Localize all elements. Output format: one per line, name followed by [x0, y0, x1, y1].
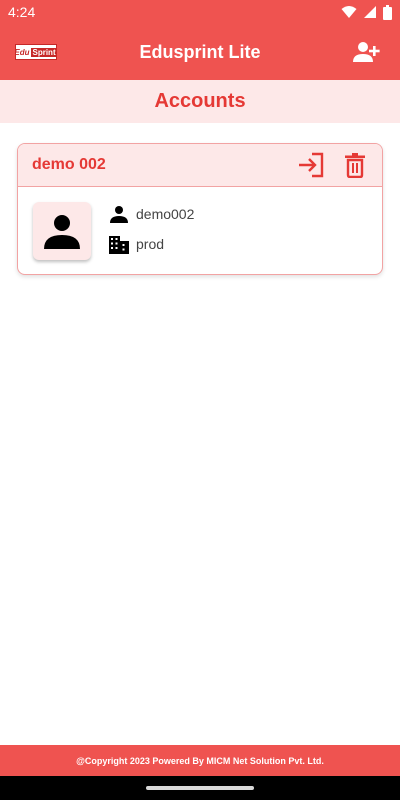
app-bar: Edu Sprint Edusprint Lite	[0, 24, 400, 80]
copyright-text: @Copyright 2023 Powered By MICM Net Solu…	[76, 755, 324, 766]
account-card-header: demo 002	[18, 144, 382, 187]
account-actions	[296, 150, 370, 180]
system-nav-bar	[0, 776, 400, 800]
app-title: Edusprint Lite	[139, 42, 261, 62]
login-icon	[299, 152, 324, 178]
section-header: Accounts	[0, 80, 400, 123]
building-icon	[108, 233, 130, 255]
login-button[interactable]	[296, 150, 326, 180]
wifi-icon	[341, 6, 357, 18]
add-user-icon[interactable]	[352, 40, 380, 64]
home-gesture-handle[interactable]	[146, 786, 254, 790]
footer: @Copyright 2023 Powered By MICM Net Solu…	[0, 745, 400, 776]
status-icons	[341, 4, 392, 20]
page-title: Accounts	[154, 90, 246, 112]
battery-icon	[383, 4, 392, 20]
username-row: demo002	[108, 203, 194, 225]
organization-row: prod	[108, 233, 164, 255]
account-organization: prod	[136, 236, 165, 252]
status-time: 4:24	[8, 4, 36, 20]
account-card-body: demo002 prod	[18, 187, 382, 274]
avatar	[33, 202, 91, 260]
status-bar: 4:24	[0, 0, 400, 24]
delete-button[interactable]	[340, 150, 370, 180]
account-name: demo 002	[32, 156, 106, 173]
delete-icon	[345, 153, 365, 178]
account-username: demo002	[136, 206, 195, 222]
person-icon	[108, 203, 130, 225]
person-avatar-icon	[44, 215, 80, 249]
account-card[interactable]: demo 002 demo002 prod	[17, 143, 383, 275]
signal-icon	[364, 6, 376, 18]
